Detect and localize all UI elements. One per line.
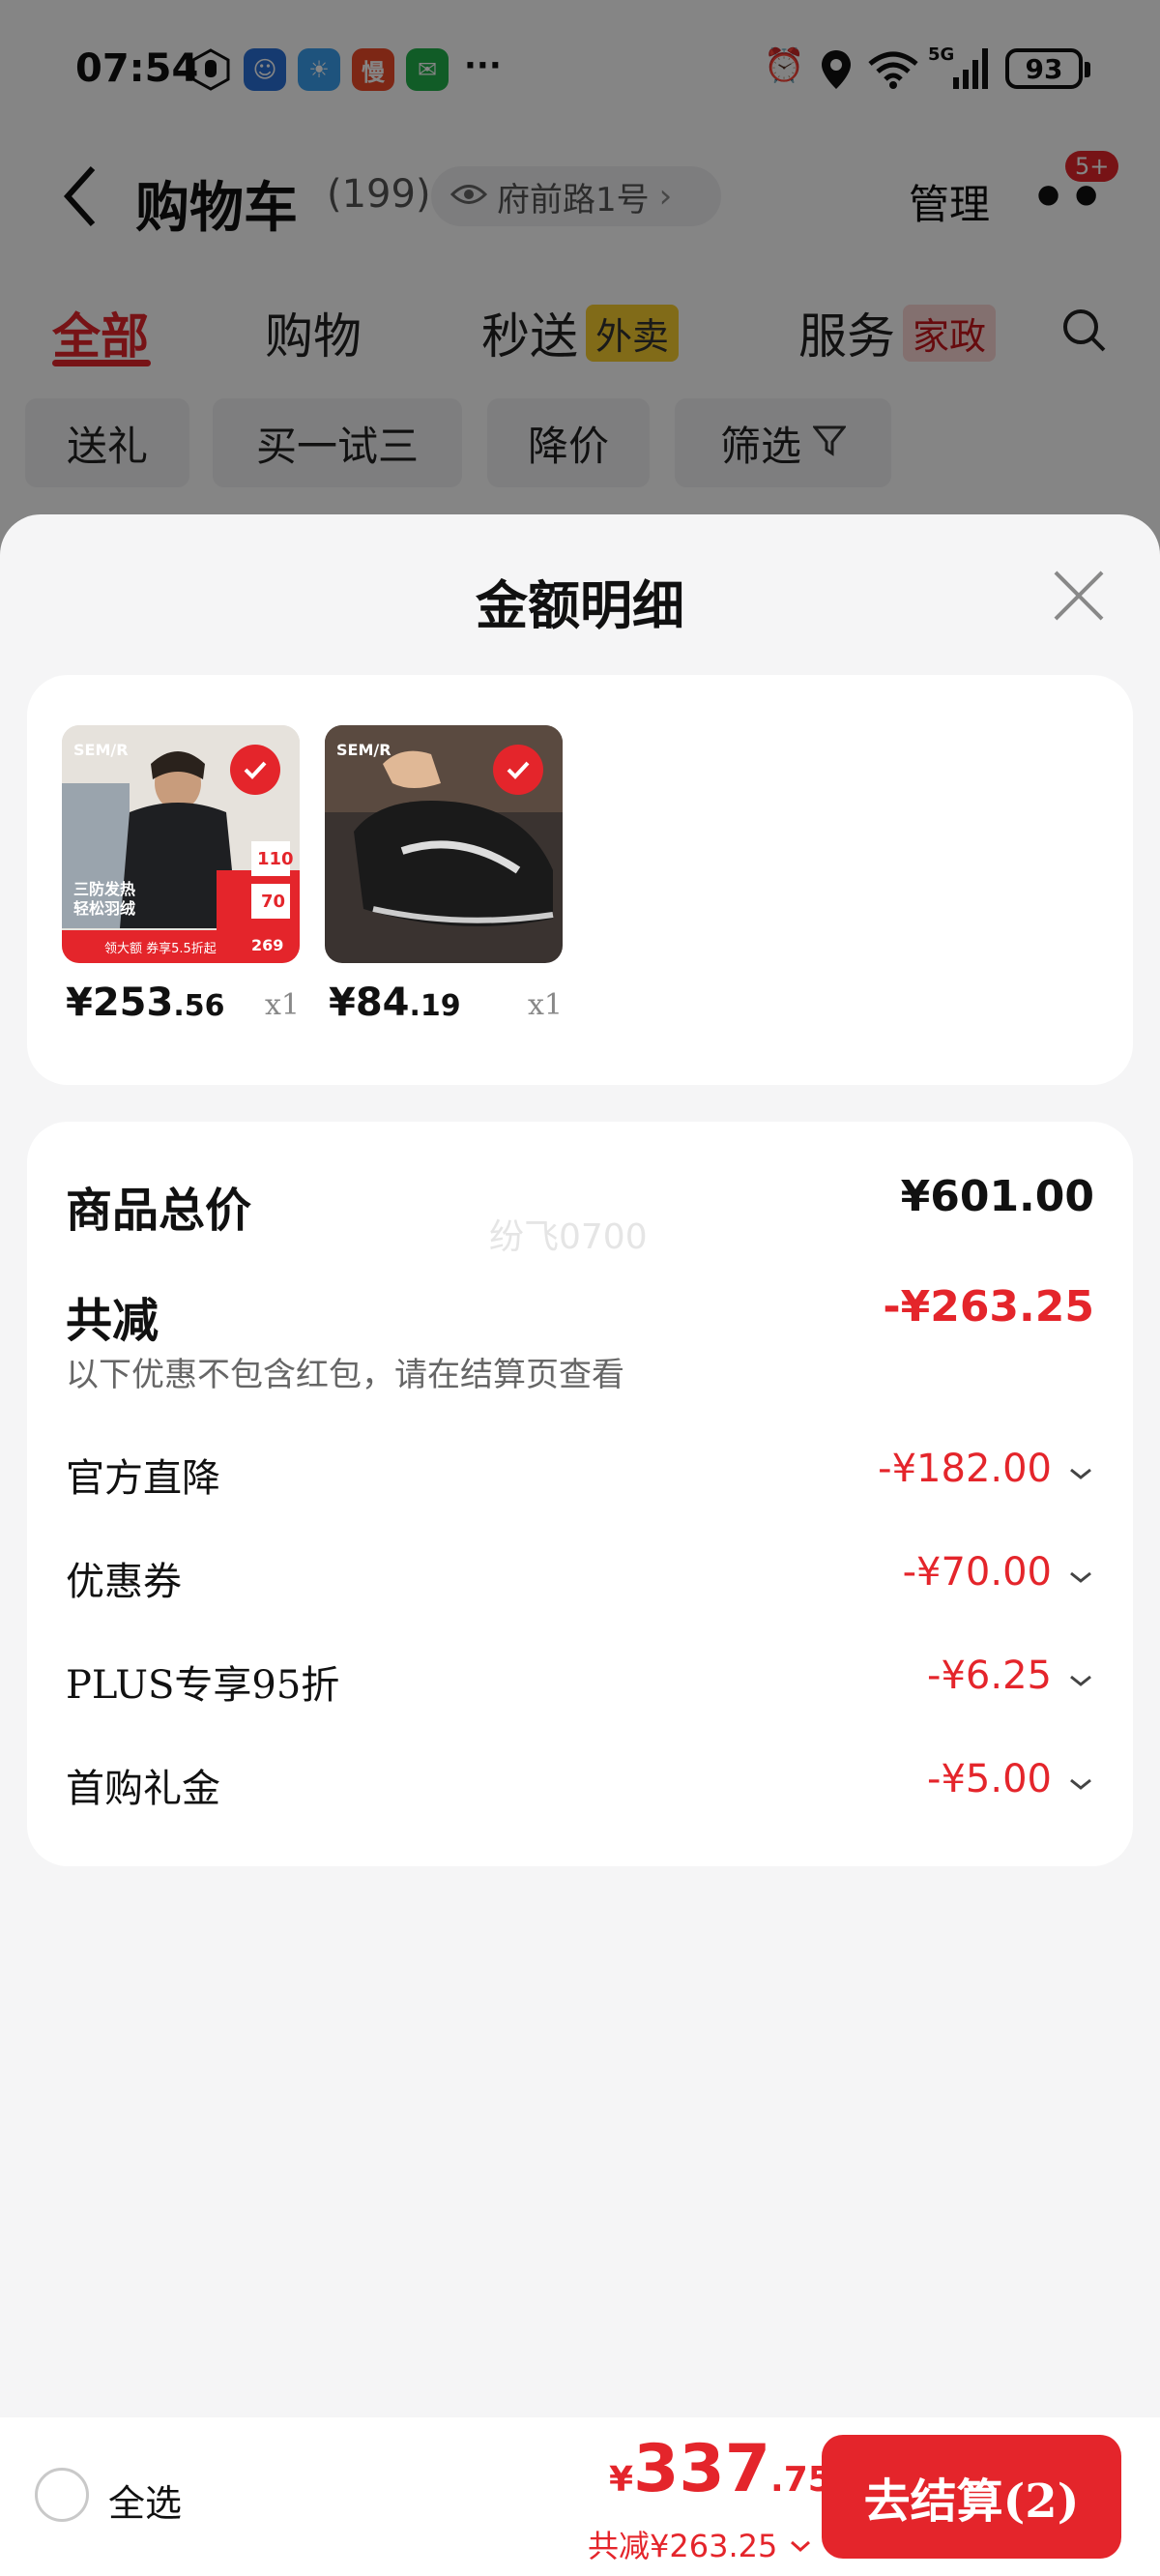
selected-goods-card: SEM/R 三防发热 轻松羽绒 110 70 领大额 券享5.5折起 269 ¥… xyxy=(27,675,1133,1085)
product-image-jacket: SEM/R 三防发热 轻松羽绒 110 70 领大额 券享5.5折起 269 xyxy=(62,725,300,963)
chevron-down-icon xyxy=(1067,1464,1094,1491)
promo-badge: 110 xyxy=(257,849,294,869)
select-all-label[interactable]: 全选 xyxy=(108,2474,182,2527)
total-value: ¥601.00 xyxy=(900,1172,1094,1221)
discount-row[interactable]: PLUS专享95折 -¥6.25 xyxy=(66,1654,1094,1712)
price-integer: ¥84 xyxy=(329,981,410,1025)
total-label: 商品总价 xyxy=(66,1184,252,1238)
discount-row[interactable]: 官方直降 -¥182.00 xyxy=(66,1447,1094,1505)
goods-quantity: x1 xyxy=(264,988,300,1022)
price-decimal: .56 xyxy=(173,989,225,1023)
discount-value: -¥182.00 xyxy=(878,1447,1052,1491)
currency-symbol: ¥ xyxy=(609,2460,634,2500)
checkout-bar: 全选 ¥337.75 共减¥263.25 去结算(2) xyxy=(0,2417,1160,2576)
discount-row[interactable]: 优惠券 -¥70.00 xyxy=(66,1550,1094,1608)
brand-logo: SEM/R xyxy=(73,741,129,759)
discount-row[interactable]: 首购礼金 -¥5.00 xyxy=(66,1757,1094,1815)
sheet-title: 金额明细 xyxy=(476,574,684,636)
chevron-down-icon xyxy=(1067,1671,1094,1698)
select-all-radio[interactable] xyxy=(35,2468,89,2522)
chevron-down-icon xyxy=(1067,1774,1094,1801)
chevron-down-icon xyxy=(789,2526,812,2562)
promo-ribbon-price: 269 xyxy=(251,936,284,954)
modal-overlay[interactable] xyxy=(0,0,1160,580)
cart-page-background: 07:54 ☺ ☀ 慢 ✉ ··· ⏰ 5G 93 购物车 (199) 府前路1… xyxy=(0,0,1160,580)
reduce-row: 共减 -¥263.25 以下优惠不包含红包，请在结算页查看 xyxy=(66,1282,1094,1398)
discount-label: 首购礼金 xyxy=(66,1767,220,1811)
total-integer: 337 xyxy=(633,2431,771,2507)
checked-icon[interactable] xyxy=(230,745,280,795)
goods-price: ¥253.56 xyxy=(66,981,224,1025)
discount-value: -¥70.00 xyxy=(902,1550,1052,1595)
reduced-text: 共减¥263.25 xyxy=(588,2528,778,2564)
checked-icon[interactable] xyxy=(493,745,543,795)
chevron-down-icon xyxy=(1067,1567,1094,1595)
goods-item[interactable]: SEM/R 三防发热 轻松羽绒 110 70 领大额 券享5.5折起 269 ¥… xyxy=(62,725,300,1025)
close-icon[interactable] xyxy=(1052,569,1106,623)
checkout-button[interactable]: 去结算(2) xyxy=(822,2435,1121,2559)
reduce-note: 以下优惠不包含红包，请在结算页查看 xyxy=(66,1356,624,1394)
discount-value: -¥6.25 xyxy=(927,1654,1052,1698)
discount-label: PLUS专享95折 xyxy=(66,1663,340,1708)
goods-quantity: x1 xyxy=(527,988,563,1022)
discount-value: -¥5.00 xyxy=(927,1757,1052,1801)
promo-ribbon: 领大额 券享5.5折起 xyxy=(104,942,217,956)
total-row: 商品总价 ¥601.00 xyxy=(66,1172,1094,1238)
goods-price: ¥84.19 xyxy=(329,981,461,1025)
price-detail-card: 纷飞0700 商品总价 ¥601.00 共减 -¥263.25 以下优惠不包含红… xyxy=(27,1122,1133,1866)
discount-label: 优惠券 xyxy=(66,1560,182,1604)
brand-logo: SEM/R xyxy=(336,741,392,759)
product-image-sneaker: SEM/R xyxy=(325,725,563,963)
discount-label: 官方直降 xyxy=(66,1456,220,1501)
reduce-value: -¥263.25 xyxy=(883,1282,1094,1332)
price-integer: ¥253 xyxy=(66,981,174,1025)
amount-detail-sheet: 金额明细 SEM/R 三防发热 轻松羽绒 110 70 领大额 券享5.5折起 … xyxy=(0,514,1160,2576)
promo-badge: 70 xyxy=(261,892,286,912)
reduced-summary[interactable]: 共减¥263.25 xyxy=(588,2522,812,2566)
price-decimal: .19 xyxy=(409,989,461,1023)
promo-line: 轻松羽绒 xyxy=(73,899,136,918)
goods-item[interactable]: SEM/R ¥84.19 x1 xyxy=(325,725,563,1025)
total-price: ¥337.75 xyxy=(609,2431,832,2507)
reduce-label: 共减 xyxy=(66,1294,160,1348)
